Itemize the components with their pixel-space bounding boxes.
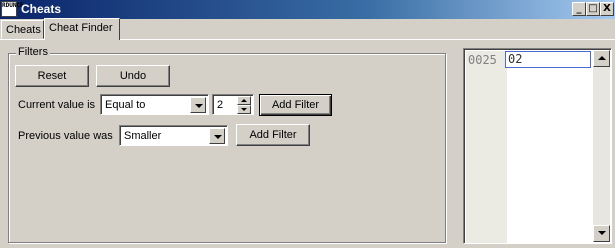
- current-value-text: 2: [217, 99, 224, 111]
- chevron-down-icon[interactable]: [190, 97, 206, 113]
- hex-address-gutter: [466, 51, 507, 243]
- previous-comparison-select[interactable]: Smaller: [119, 125, 228, 146]
- spin-down-icon[interactable]: [237, 105, 251, 114]
- tab-cheats-label: Cheats: [6, 24, 41, 36]
- close-button[interactable]: X: [600, 2, 614, 16]
- current-value-spinner[interactable]: 2: [212, 94, 254, 115]
- previous-comparison-value: Smaller: [124, 130, 162, 142]
- current-value-label: Current value is: [18, 99, 96, 111]
- current-comparison-value: Equal to: [105, 99, 146, 111]
- filters-group-title: Filters: [16, 46, 50, 58]
- hex-view[interactable]: [463, 48, 612, 244]
- add-filter-previous-button[interactable]: Add Filter: [236, 124, 310, 146]
- hex-address: 0025: [468, 53, 497, 67]
- previous-value-label: Previous value was: [18, 130, 113, 142]
- add-filter-current-button[interactable]: Add Filter: [259, 94, 332, 116]
- tab-cheat-finder[interactable]: Cheat Finder: [44, 18, 120, 40]
- app-icon: RDUNCE: [1, 1, 24, 17]
- minimize-button[interactable]: _: [572, 2, 586, 16]
- title-bar: RDUNCE Cheats _ □ X: [0, 0, 615, 19]
- maximize-button[interactable]: □: [586, 2, 600, 16]
- tab-cheat-finder-label: Cheat Finder: [49, 22, 113, 34]
- chevron-down-icon[interactable]: [209, 128, 225, 144]
- scroll-down-icon[interactable]: [593, 225, 610, 242]
- undo-button[interactable]: Undo: [96, 65, 170, 87]
- scroll-up-icon[interactable]: [593, 50, 610, 67]
- reset-button[interactable]: Reset: [15, 65, 89, 87]
- tab-cheats[interactable]: Cheats: [1, 20, 44, 39]
- hex-value-cell[interactable]: 02: [505, 51, 591, 68]
- current-comparison-select[interactable]: Equal to: [100, 94, 209, 115]
- hex-scrollbar[interactable]: [593, 50, 610, 242]
- spin-up-icon[interactable]: [237, 96, 251, 105]
- window-title: Cheats: [21, 2, 62, 16]
